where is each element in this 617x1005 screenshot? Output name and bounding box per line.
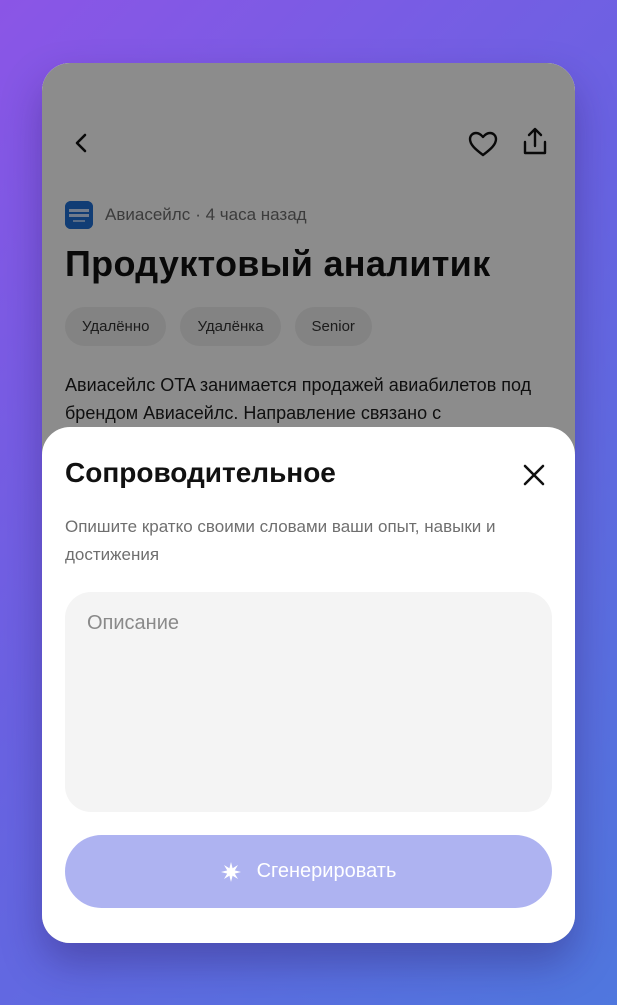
cover-letter-sheet: Сопроводительное Опишите кратко своими с… — [42, 427, 575, 943]
generate-button[interactable]: Сгенерировать — [65, 835, 552, 908]
description-input[interactable] — [65, 592, 552, 812]
generate-button-label: Сгенерировать — [256, 860, 397, 882]
sheet-title: Сопроводительное — [65, 457, 336, 488]
phone-screen: Авиасейлс · 4 часа назад Продуктовый ана… — [42, 63, 575, 943]
close-icon — [523, 464, 545, 486]
sparkle-icon — [220, 861, 241, 882]
sheet-hint: Опишите кратко своими словами ваши опыт,… — [65, 517, 496, 564]
close-button[interactable] — [520, 461, 548, 489]
